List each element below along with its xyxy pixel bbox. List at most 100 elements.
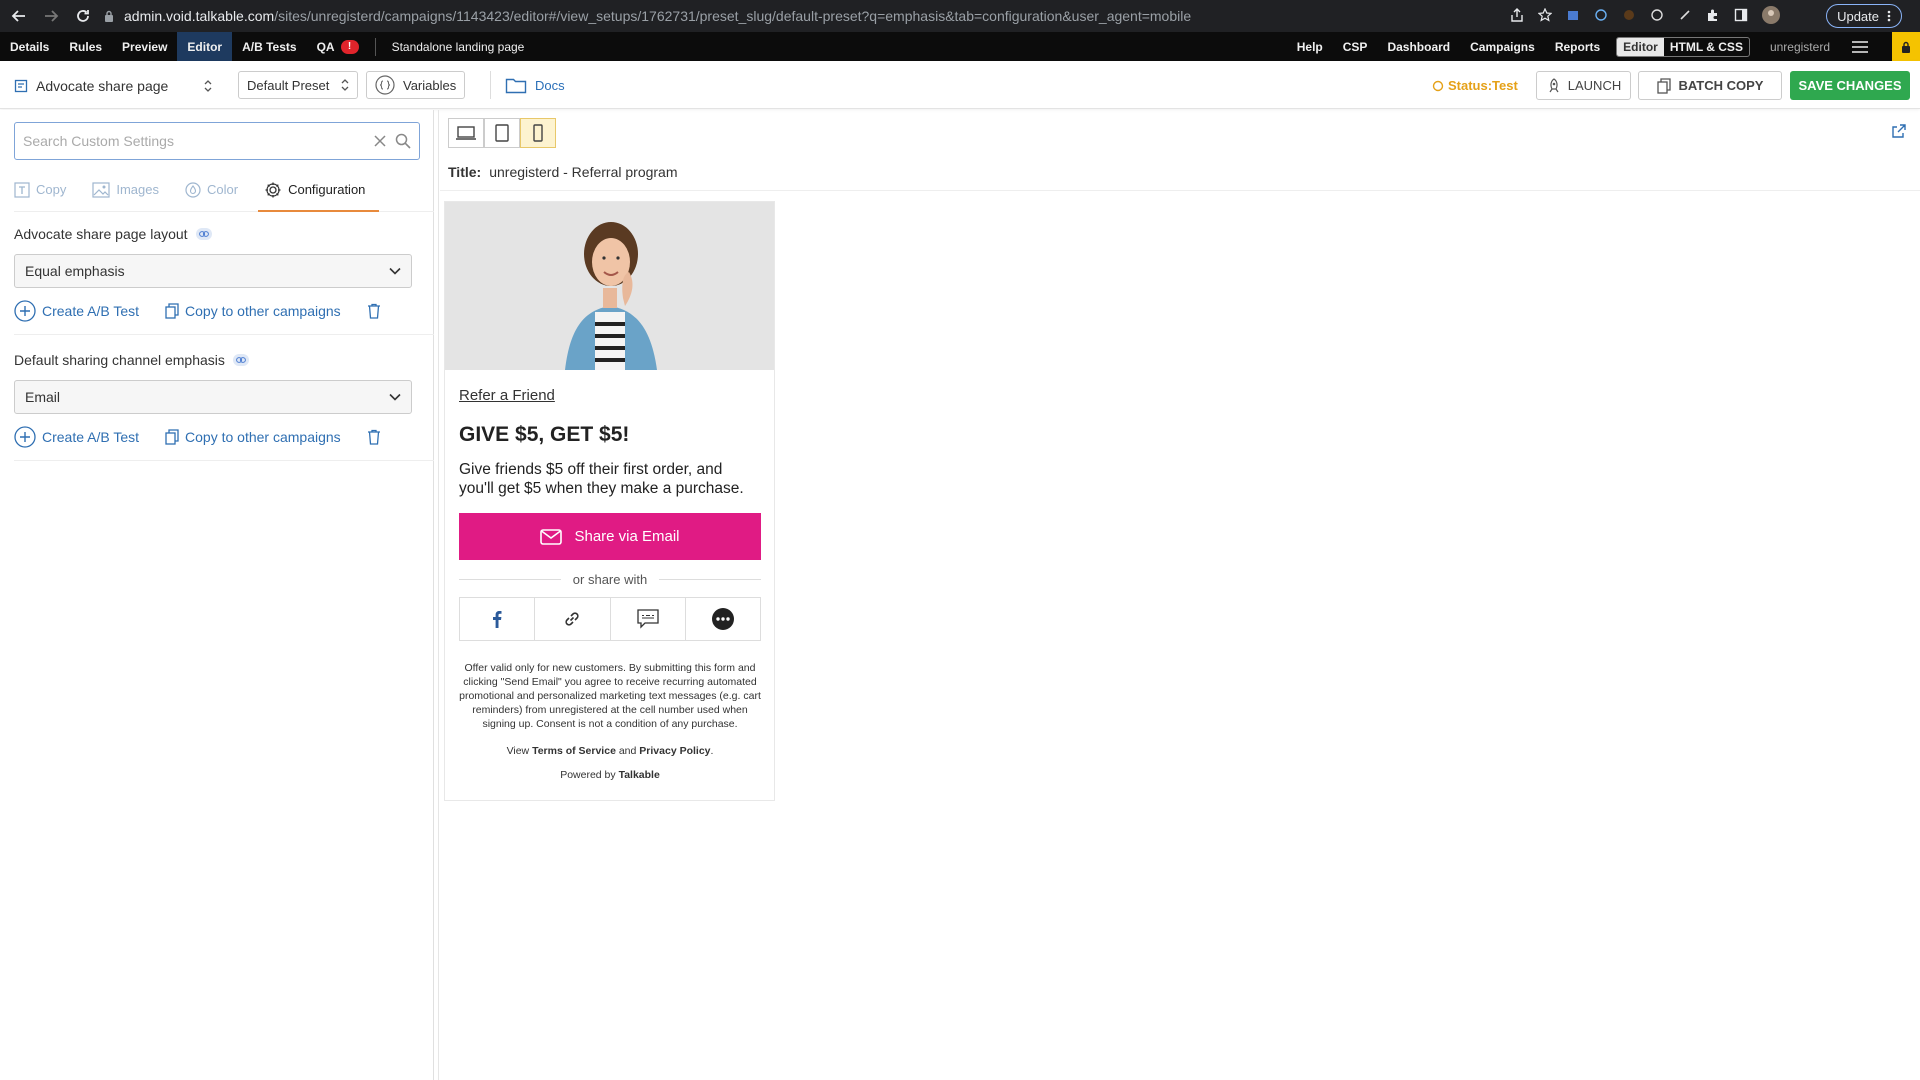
sidepanel-icon[interactable] — [1734, 8, 1748, 22]
setting-layout: Advocate share page layout Equal emphasi… — [14, 226, 420, 322]
star-icon[interactable] — [1538, 8, 1552, 22]
drop-icon — [185, 181, 201, 198]
nav-preview[interactable]: Preview — [112, 32, 177, 61]
updown-icon — [204, 79, 212, 93]
lock-icon — [104, 10, 114, 22]
extension-icon[interactable] — [1622, 8, 1636, 22]
folder-icon — [505, 76, 527, 94]
talkable-brand-link[interactable]: Talkable — [619, 769, 660, 781]
braces-icon — [375, 75, 395, 95]
nav-details[interactable]: Details — [0, 32, 59, 61]
tablet-icon — [495, 124, 509, 142]
external-link-icon[interactable] — [1892, 124, 1906, 138]
close-icon[interactable] — [373, 134, 387, 148]
create-ab-test-button[interactable]: Create A/B Test — [14, 426, 139, 448]
create-ab-test-button[interactable]: Create A/B Test — [14, 300, 139, 322]
variables-button[interactable]: Variables — [366, 71, 466, 99]
forward-icon[interactable] — [38, 3, 64, 29]
powered-by: Powered by Talkable — [560, 769, 660, 781]
link-icon[interactable] — [195, 228, 212, 240]
terms-of-service-link[interactable]: Terms of Service — [532, 745, 616, 757]
nav-editor[interactable]: Editor — [177, 32, 233, 61]
editor-mode-visual[interactable]: Editor — [1617, 37, 1664, 56]
tab-configuration[interactable]: Configuration — [258, 168, 380, 212]
share-via-email-button[interactable]: Share via Email — [459, 513, 761, 560]
search-input[interactable] — [23, 133, 365, 149]
qa-alert-badge: ! — [340, 39, 359, 54]
back-icon[interactable] — [6, 3, 32, 29]
site-selector[interactable]: unregisterd — [1756, 40, 1844, 54]
section-divider — [14, 334, 434, 335]
nav-reports[interactable]: Reports — [1545, 32, 1610, 61]
url-host: admin.void.talkable.com — [124, 8, 275, 24]
link-icon[interactable] — [232, 354, 249, 366]
nav-rules[interactable]: Rules — [59, 32, 112, 61]
browser-toolbar: admin.void.talkable.com/sites/unregister… — [0, 0, 1920, 32]
or-share-divider: or share with — [459, 571, 762, 587]
tab-copy[interactable]: Copy — [14, 168, 80, 212]
docs-link[interactable]: Docs — [490, 71, 565, 99]
extension-icon[interactable] — [1650, 8, 1664, 22]
trash-icon[interactable] — [367, 429, 381, 445]
mobile-view-button[interactable] — [520, 118, 556, 148]
preset-selector[interactable]: Default Preset — [238, 71, 358, 99]
settings-tabs: Copy Images Color Configuration — [14, 168, 434, 212]
lock-icon[interactable] — [1892, 32, 1920, 61]
update-button[interactable]: Update — [1826, 4, 1902, 28]
extension-icon[interactable] — [1678, 8, 1692, 22]
link-icon — [563, 610, 581, 628]
setting-label: Advocate share page layout — [14, 226, 188, 242]
copy-link-button[interactable] — [535, 598, 611, 640]
text-icon — [14, 181, 30, 198]
section-divider — [14, 460, 434, 461]
editor-mode-html-css[interactable]: HTML & CSS — [1664, 38, 1749, 56]
copy-to-campaigns-button[interactable]: Copy to other campaigns — [165, 303, 341, 319]
save-changes-button[interactable]: SAVE CHANGES — [1790, 71, 1910, 100]
facebook-share-button[interactable] — [460, 598, 536, 640]
more-vertical-icon — [1887, 10, 1891, 22]
privacy-policy-link[interactable]: Privacy Policy — [639, 745, 710, 757]
title-divider — [440, 190, 1920, 191]
nav-campaigns[interactable]: Campaigns — [1460, 32, 1545, 61]
trash-icon[interactable] — [367, 303, 381, 319]
offer-preview-card: Refer a Friend GIVE $5, GET $5! Give fri… — [444, 201, 775, 801]
nav-help[interactable]: Help — [1287, 32, 1333, 61]
more-share-button[interactable] — [686, 598, 760, 640]
chevron-down-icon — [389, 393, 401, 401]
puzzle-icon[interactable] — [1706, 8, 1720, 22]
gear-icon — [264, 181, 282, 199]
nav-dashboard[interactable]: Dashboard — [1377, 32, 1460, 61]
extension-icon[interactable] — [1594, 8, 1608, 22]
nav-qa[interactable]: QA ! — [307, 32, 369, 61]
browser-extensions — [1510, 6, 1780, 24]
settings-panel: Copy Images Color Configuration Advocate… — [14, 110, 434, 1080]
copy-icon — [165, 303, 179, 319]
campaign-name: Standalone landing page — [391, 39, 525, 54]
copy-to-campaigns-button[interactable]: Copy to other campaigns — [165, 429, 341, 445]
extension-icon[interactable] — [1566, 8, 1580, 22]
sms-icon — [636, 609, 659, 629]
tablet-view-button[interactable] — [484, 118, 520, 148]
tab-images[interactable]: Images — [92, 168, 173, 212]
batch-copy-button[interactable]: BATCH COPY — [1638, 71, 1782, 100]
launch-button[interactable]: LAUNCH — [1536, 71, 1631, 100]
nav-ab-tests[interactable]: A/B Tests — [232, 32, 306, 61]
share-icon[interactable] — [1510, 8, 1524, 22]
rocket-icon — [1546, 77, 1562, 94]
avatar[interactable] — [1762, 6, 1780, 24]
address-bar[interactable]: admin.void.talkable.com/sites/unregister… — [104, 3, 1564, 29]
url-path: /sites/unregisterd/campaigns/1143423/edi… — [274, 8, 1192, 24]
reload-icon[interactable] — [70, 3, 96, 29]
layout-dropdown[interactable]: Equal emphasis — [14, 254, 412, 288]
desktop-view-button[interactable] — [448, 118, 484, 148]
sms-share-button[interactable] — [611, 598, 686, 640]
search-icon[interactable] — [395, 133, 411, 149]
page-selector[interactable]: Advocate share page — [14, 73, 212, 99]
channel-dropdown[interactable]: Email — [14, 380, 412, 414]
status-badge: Status:Test — [1432, 78, 1518, 93]
nav-csp[interactable]: CSP — [1333, 32, 1378, 61]
menu-icon[interactable] — [1852, 40, 1874, 53]
tab-color[interactable]: Color — [185, 168, 252, 212]
refer-a-friend-link[interactable]: Refer a Friend — [459, 387, 555, 404]
facebook-icon — [492, 610, 502, 628]
